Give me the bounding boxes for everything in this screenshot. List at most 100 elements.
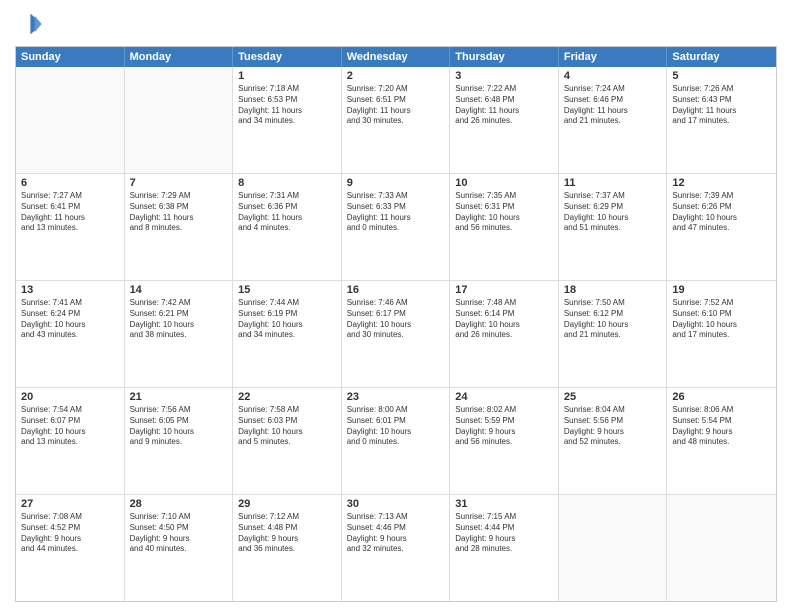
day-info: Sunrise: 7:15 AM Sunset: 4:44 PM Dayligh… xyxy=(455,512,553,555)
day-number: 29 xyxy=(238,498,336,510)
day-info: Sunrise: 7:56 AM Sunset: 6:05 PM Dayligh… xyxy=(130,405,228,448)
day-number: 5 xyxy=(672,70,771,82)
calendar: SundayMondayTuesdayWednesdayThursdayFrid… xyxy=(15,46,777,602)
calendar-cell-23: 23 Sunrise: 8:00 AM Sunset: 6:01 PM Dayli… xyxy=(342,388,451,494)
day-info: Sunrise: 7:10 AM Sunset: 4:50 PM Dayligh… xyxy=(130,512,228,555)
day-number: 1 xyxy=(238,70,336,82)
header-day-tuesday: Tuesday xyxy=(233,47,342,67)
day-info: Sunrise: 7:50 AM Sunset: 6:12 PM Dayligh… xyxy=(564,298,662,341)
day-info: Sunrise: 7:58 AM Sunset: 6:03 PM Dayligh… xyxy=(238,405,336,448)
calendar-cell-4: 4 Sunrise: 7:24 AM Sunset: 6:46 PM Daylig… xyxy=(559,67,668,173)
day-info: Sunrise: 7:41 AM Sunset: 6:24 PM Dayligh… xyxy=(21,298,119,341)
header-day-thursday: Thursday xyxy=(450,47,559,67)
day-info: Sunrise: 7:44 AM Sunset: 6:19 PM Dayligh… xyxy=(238,298,336,341)
day-number: 23 xyxy=(347,391,445,403)
calendar-cell-22: 22 Sunrise: 7:58 AM Sunset: 6:03 PM Dayli… xyxy=(233,388,342,494)
day-number: 20 xyxy=(21,391,119,403)
calendar-cell-9: 9Sunrise: 7:33 AM Sunset: 6:33 PM Daylig… xyxy=(342,174,451,280)
calendar-cell-26: 26 Sunrise: 8:06 AM Sunset: 5:54 PM Dayli… xyxy=(667,388,776,494)
day-number: 8 xyxy=(238,177,336,189)
calendar-row-2: 13 Sunrise: 7:41 AM Sunset: 6:24 PM Dayli… xyxy=(16,281,776,388)
calendar-cell-21: 21 Sunrise: 7:56 AM Sunset: 6:05 PM Dayli… xyxy=(125,388,234,494)
day-info: Sunrise: 7:52 AM Sunset: 6:10 PM Dayligh… xyxy=(672,298,771,341)
calendar-cell-empty-4-6 xyxy=(667,495,776,601)
calendar-cell-25: 25 Sunrise: 8:04 AM Sunset: 5:56 PM Dayli… xyxy=(559,388,668,494)
day-info: Sunrise: 7:22 AM Sunset: 6:48 PM Dayligh… xyxy=(455,84,553,127)
calendar-cell-7: 7 Sunrise: 7:29 AM Sunset: 6:38 PM Daylig… xyxy=(125,174,234,280)
day-number: 16 xyxy=(347,284,445,296)
day-number: 24 xyxy=(455,391,553,403)
day-number: 21 xyxy=(130,391,228,403)
day-info: Sunrise: 8:00 AM Sunset: 6:01 PM Dayligh… xyxy=(347,405,445,448)
calendar-cell-30: 30 Sunrise: 7:13 AM Sunset: 4:46 PM Dayli… xyxy=(342,495,451,601)
calendar-body: 1Sunrise: 7:18 AM Sunset: 6:53 PM Daylig… xyxy=(16,67,776,601)
calendar-cell-6: 6 Sunrise: 7:27 AM Sunset: 6:41 PM Daylig… xyxy=(16,174,125,280)
header-day-monday: Monday xyxy=(125,47,234,67)
day-number: 15 xyxy=(238,284,336,296)
day-info: Sunrise: 7:24 AM Sunset: 6:46 PM Dayligh… xyxy=(564,84,662,127)
calendar-cell-29: 29 Sunrise: 7:12 AM Sunset: 4:48 PM Dayli… xyxy=(233,495,342,601)
calendar-cell-1: 1Sunrise: 7:18 AM Sunset: 6:53 PM Daylig… xyxy=(233,67,342,173)
day-number: 6 xyxy=(21,177,119,189)
calendar-cell-28: 28 Sunrise: 7:10 AM Sunset: 4:50 PM Dayli… xyxy=(125,495,234,601)
day-info: Sunrise: 7:39 AM Sunset: 6:26 PM Dayligh… xyxy=(672,191,771,234)
calendar-cell-5: 5 Sunrise: 7:26 AM Sunset: 6:43 PM Daylig… xyxy=(667,67,776,173)
day-info: Sunrise: 7:29 AM Sunset: 6:38 PM Dayligh… xyxy=(130,191,228,234)
calendar-cell-empty-0-0 xyxy=(16,67,125,173)
calendar-cell-17: 17 Sunrise: 7:48 AM Sunset: 6:14 PM Dayli… xyxy=(450,281,559,387)
calendar-row-1: 6 Sunrise: 7:27 AM Sunset: 6:41 PM Daylig… xyxy=(16,174,776,281)
calendar-cell-8: 8 Sunrise: 7:31 AM Sunset: 6:36 PM Daylig… xyxy=(233,174,342,280)
day-info: Sunrise: 8:06 AM Sunset: 5:54 PM Dayligh… xyxy=(672,405,771,448)
header-day-friday: Friday xyxy=(559,47,668,67)
day-info: Sunrise: 7:08 AM Sunset: 4:52 PM Dayligh… xyxy=(21,512,119,555)
day-number: 22 xyxy=(238,391,336,403)
day-info: Sunrise: 7:35 AM Sunset: 6:31 PM Dayligh… xyxy=(455,191,553,234)
day-number: 11 xyxy=(564,177,662,189)
logo xyxy=(15,10,47,38)
calendar-cell-18: 18 Sunrise: 7:50 AM Sunset: 6:12 PM Dayli… xyxy=(559,281,668,387)
calendar-cell-11: 11 Sunrise: 7:37 AM Sunset: 6:29 PM Dayli… xyxy=(559,174,668,280)
day-number: 18 xyxy=(564,284,662,296)
day-number: 4 xyxy=(564,70,662,82)
page: SundayMondayTuesdayWednesdayThursdayFrid… xyxy=(0,0,792,612)
calendar-cell-2: 2Sunrise: 7:20 AM Sunset: 6:51 PM Daylig… xyxy=(342,67,451,173)
day-number: 9 xyxy=(347,177,445,189)
calendar-row-3: 20Sunrise: 7:54 AM Sunset: 6:07 PM Dayli… xyxy=(16,388,776,495)
day-number: 13 xyxy=(21,284,119,296)
calendar-cell-13: 13 Sunrise: 7:41 AM Sunset: 6:24 PM Dayli… xyxy=(16,281,125,387)
day-number: 25 xyxy=(564,391,662,403)
day-info: Sunrise: 7:37 AM Sunset: 6:29 PM Dayligh… xyxy=(564,191,662,234)
day-info: Sunrise: 8:04 AM Sunset: 5:56 PM Dayligh… xyxy=(564,405,662,448)
calendar-cell-empty-0-1 xyxy=(125,67,234,173)
day-info: Sunrise: 7:27 AM Sunset: 6:41 PM Dayligh… xyxy=(21,191,119,234)
day-info: Sunrise: 7:31 AM Sunset: 6:36 PM Dayligh… xyxy=(238,191,336,234)
logo-icon xyxy=(15,10,43,38)
calendar-cell-10: 10 Sunrise: 7:35 AM Sunset: 6:31 PM Dayli… xyxy=(450,174,559,280)
calendar-cell-14: 14Sunrise: 7:42 AM Sunset: 6:21 PM Dayli… xyxy=(125,281,234,387)
calendar-cell-empty-4-5 xyxy=(559,495,668,601)
day-number: 31 xyxy=(455,498,553,510)
day-info: Sunrise: 7:20 AM Sunset: 6:51 PM Dayligh… xyxy=(347,84,445,127)
day-number: 19 xyxy=(672,284,771,296)
calendar-header: SundayMondayTuesdayWednesdayThursdayFrid… xyxy=(16,47,776,67)
day-number: 14 xyxy=(130,284,228,296)
day-info: Sunrise: 7:48 AM Sunset: 6:14 PM Dayligh… xyxy=(455,298,553,341)
calendar-cell-20: 20Sunrise: 7:54 AM Sunset: 6:07 PM Dayli… xyxy=(16,388,125,494)
day-info: Sunrise: 7:12 AM Sunset: 4:48 PM Dayligh… xyxy=(238,512,336,555)
calendar-cell-27: 27Sunrise: 7:08 AM Sunset: 4:52 PM Dayli… xyxy=(16,495,125,601)
day-number: 28 xyxy=(130,498,228,510)
calendar-cell-16: 16Sunrise: 7:46 AM Sunset: 6:17 PM Dayli… xyxy=(342,281,451,387)
day-info: Sunrise: 7:13 AM Sunset: 4:46 PM Dayligh… xyxy=(347,512,445,555)
day-number: 30 xyxy=(347,498,445,510)
day-number: 7 xyxy=(130,177,228,189)
day-number: 10 xyxy=(455,177,553,189)
day-number: 12 xyxy=(672,177,771,189)
calendar-cell-15: 15 Sunrise: 7:44 AM Sunset: 6:19 PM Dayli… xyxy=(233,281,342,387)
calendar-cell-3: 3Sunrise: 7:22 AM Sunset: 6:48 PM Daylig… xyxy=(450,67,559,173)
calendar-row-0: 1Sunrise: 7:18 AM Sunset: 6:53 PM Daylig… xyxy=(16,67,776,174)
day-number: 26 xyxy=(672,391,771,403)
calendar-cell-24: 24Sunrise: 8:02 AM Sunset: 5:59 PM Dayli… xyxy=(450,388,559,494)
calendar-cell-12: 12 Sunrise: 7:39 AM Sunset: 6:26 PM Dayli… xyxy=(667,174,776,280)
day-number: 17 xyxy=(455,284,553,296)
day-info: Sunrise: 7:26 AM Sunset: 6:43 PM Dayligh… xyxy=(672,84,771,127)
